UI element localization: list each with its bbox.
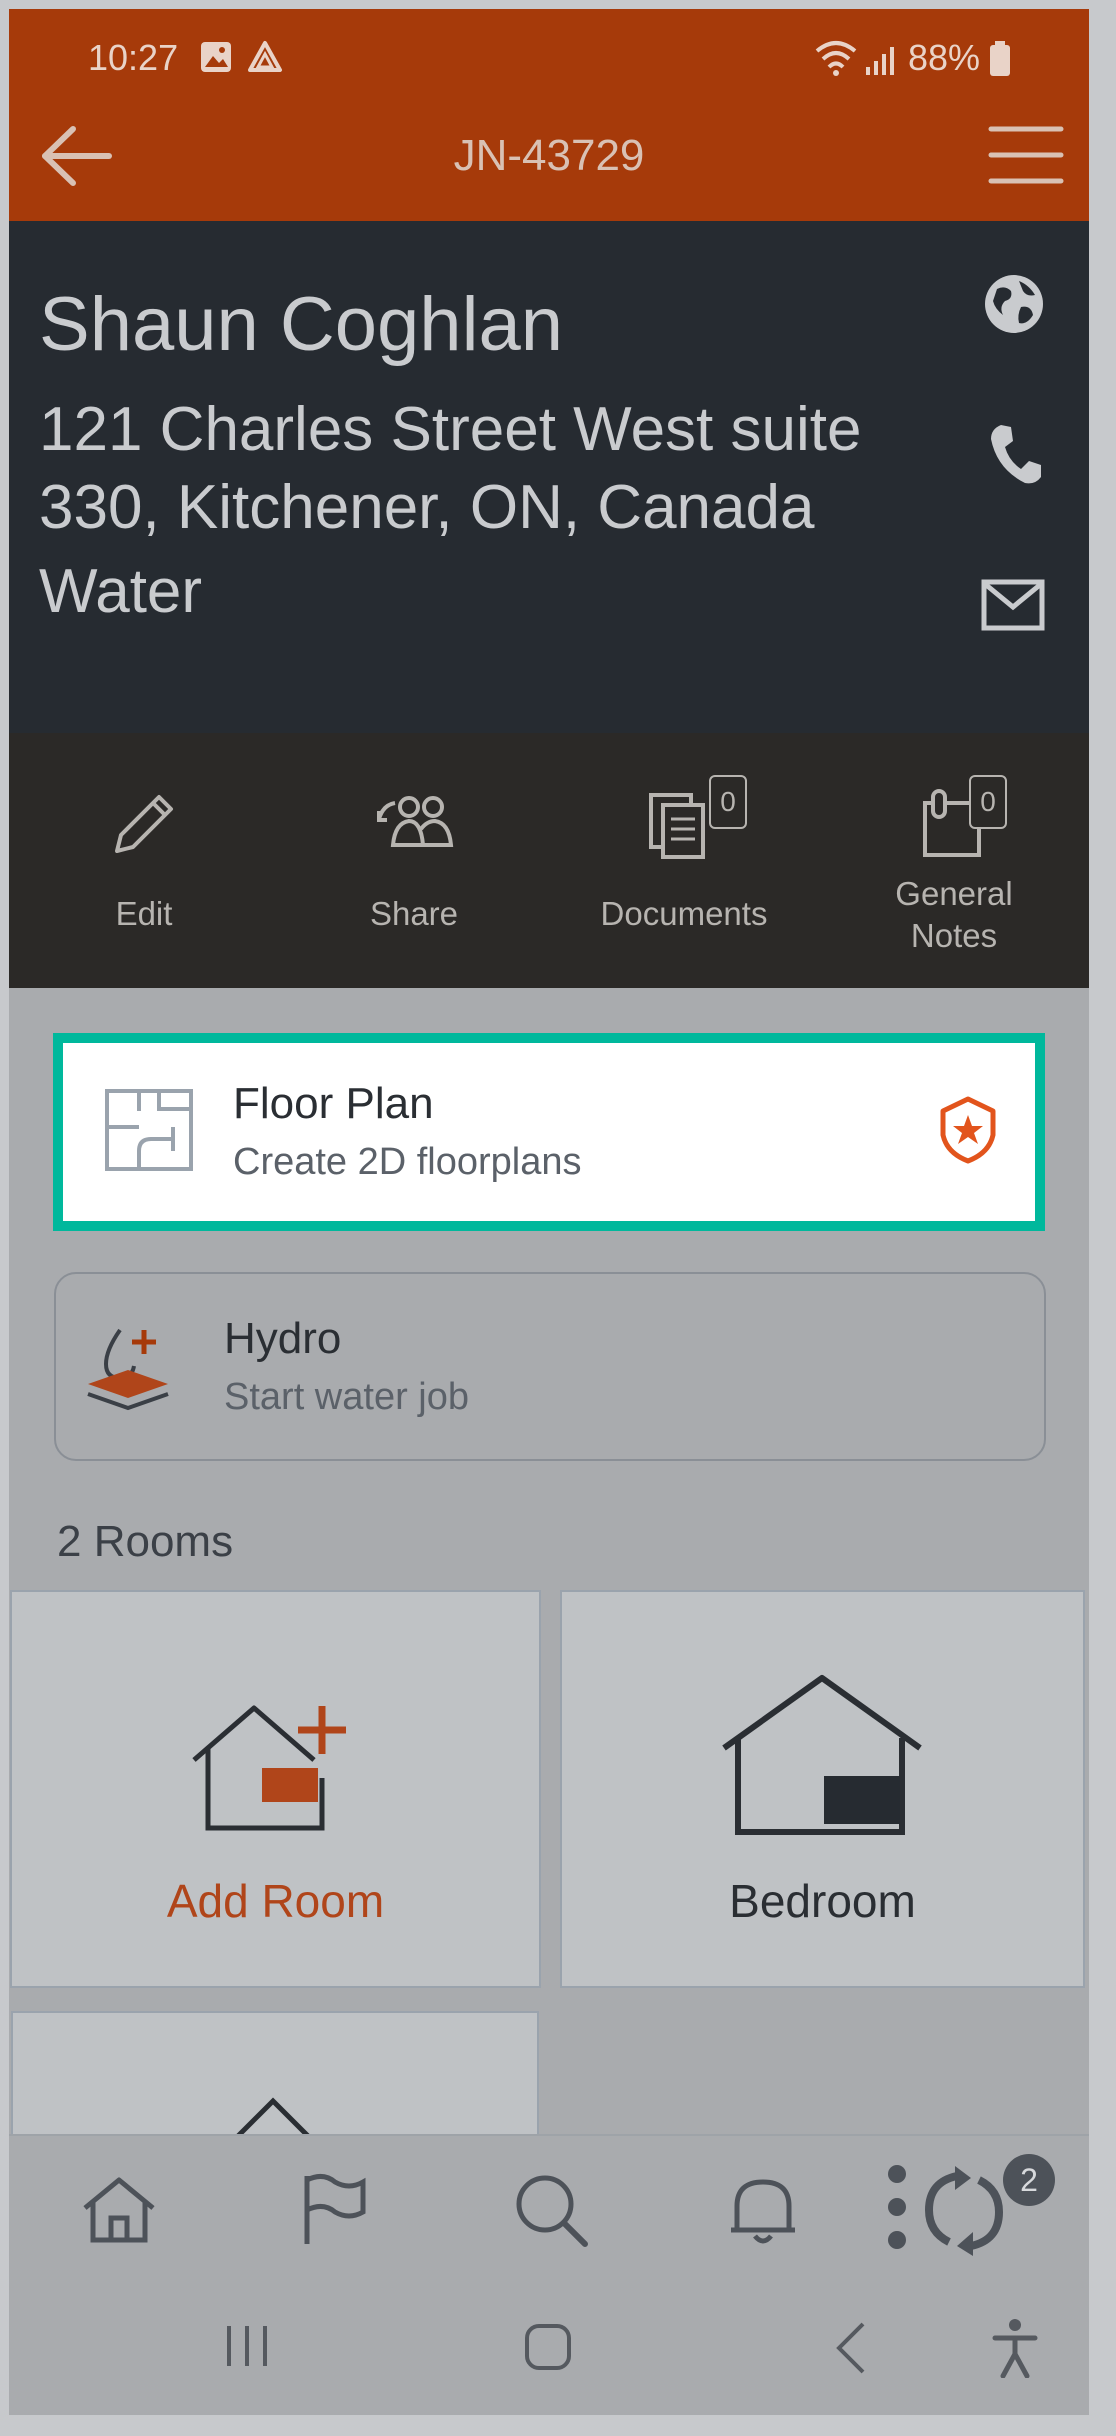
signal-icon	[866, 47, 894, 75]
bedroom-label: Bedroom	[729, 1875, 916, 1927]
more-vertical-icon[interactable]	[885, 2162, 909, 2252]
edit-label: Edit	[115, 895, 173, 932]
add-room-label: Add Room	[166, 1875, 385, 1927]
floor-plan-card[interactable]: Floor Plan Create 2D floorplans	[53, 1033, 1045, 1231]
hydro-water-icon	[87, 1328, 169, 1411]
system-nav-bar	[9, 2274, 1089, 2415]
recents-icon[interactable]	[223, 2324, 271, 2368]
job-id-title: JN-43729	[453, 131, 645, 180]
app-bar: 10:27 88% JN-43729	[9, 9, 1089, 221]
documents-action[interactable]: 0 Documents	[549, 733, 819, 988]
hydro-title: Hydro	[224, 1314, 342, 1363]
documents-count-badge: 0	[709, 775, 747, 829]
battery-icon	[990, 41, 1010, 76]
floor-plan-subtitle: Create 2D floorplans	[233, 1141, 582, 1183]
share-users-icon	[377, 796, 454, 847]
add-room-tile[interactable]: Add Room	[10, 1590, 541, 1988]
customer-address: 121 Charles Street West suite 330, Kitch…	[39, 395, 862, 542]
premium-badge-icon	[940, 1096, 996, 1164]
flag-icon[interactable]	[299, 2172, 369, 2248]
rooms-count: 2 Rooms	[57, 1517, 234, 1566]
sync-icon[interactable]	[919, 2166, 1009, 2256]
email-icon[interactable]	[981, 579, 1045, 631]
status-time: 10:27	[88, 37, 179, 78]
share-action[interactable]: Share	[279, 733, 549, 988]
menu-icon[interactable]	[987, 121, 1065, 189]
room-tile-partial[interactable]	[11, 2011, 539, 2153]
notes-label: General Notes	[895, 875, 1013, 954]
floor-plan-title: Floor Plan	[233, 1079, 434, 1128]
contact-header: Shaun Coghlan 121 Charles Street West su…	[9, 221, 1089, 733]
floor-plan-card-body: Floor Plan Create 2D floorplans	[63, 1043, 1035, 1221]
home-icon[interactable]	[81, 2174, 157, 2246]
add-room-icon	[192, 1705, 346, 1831]
house-icon	[722, 1675, 922, 1835]
hydro-subtitle: Start water job	[224, 1376, 469, 1418]
hydro-card[interactable]: Hydro Start water job	[54, 1272, 1046, 1461]
wifi-icon	[815, 41, 857, 76]
service-type: Water	[39, 557, 203, 626]
accessibility-icon[interactable]	[991, 2318, 1039, 2378]
bottom-nav: 2	[9, 2134, 1089, 2276]
phone-icon[interactable]	[987, 421, 1045, 487]
sync-count-badge: 2	[1003, 2154, 1055, 2206]
pencil-icon	[115, 795, 173, 853]
globe-icon[interactable]	[983, 273, 1045, 335]
home-button-icon[interactable]	[523, 2322, 573, 2372]
action-row: Edit Share 0 Documents 0 General Notes	[9, 733, 1089, 988]
battery-percent: 88%	[908, 37, 981, 78]
search-icon[interactable]	[513, 2172, 589, 2248]
drive-notification-icon	[248, 41, 282, 72]
phone-screen: 10:27 88% JN-43729 Shaun Coghlan 121 Cha…	[9, 9, 1089, 2415]
notes-count-badge: 0	[969, 775, 1007, 829]
back-nav-icon[interactable]	[833, 2320, 869, 2376]
general-notes-action[interactable]: 0 General Notes	[819, 733, 1089, 988]
bedroom-tile[interactable]: Bedroom	[560, 1590, 1085, 1988]
customer-name: Shaun Coghlan	[39, 282, 563, 367]
bell-icon[interactable]	[727, 2172, 799, 2248]
gallery-notification-icon	[201, 42, 231, 72]
documents-label: Documents	[600, 895, 768, 932]
documents-icon	[649, 793, 705, 859]
share-label: Share	[369, 895, 459, 932]
floorplan-icon	[105, 1089, 193, 1171]
edit-action[interactable]: Edit	[9, 733, 279, 988]
